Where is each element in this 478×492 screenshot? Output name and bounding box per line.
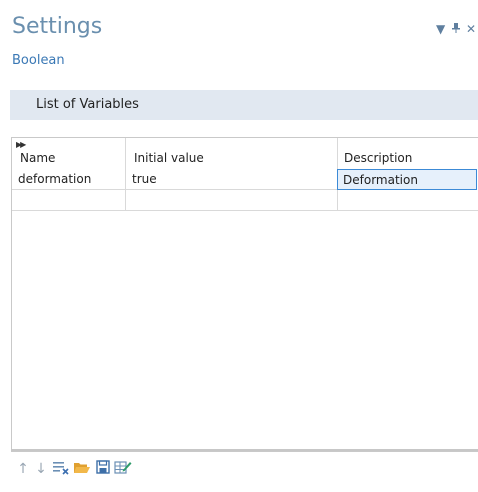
table-bottom-divider	[11, 449, 478, 451]
cell-initial-value[interactable]	[126, 190, 338, 211]
clear-table-icon[interactable]	[52, 459, 70, 479]
cell-description[interactable]	[338, 190, 478, 211]
edit-table-icon[interactable]	[114, 459, 132, 479]
dropdown-arrow-icon[interactable]: ▼	[436, 22, 445, 36]
open-folder-icon[interactable]	[73, 459, 91, 479]
column-header-description[interactable]: Description	[338, 138, 478, 169]
table-row[interactable]	[12, 190, 478, 211]
cell-initial-value[interactable]: true	[126, 169, 338, 190]
column-header-name[interactable]: ▶▶ Name	[12, 138, 126, 169]
section-label: List of Variables	[36, 97, 139, 112]
close-icon[interactable]: ✕	[466, 22, 476, 36]
cell-name[interactable]	[12, 190, 126, 211]
column-header-initial-value[interactable]: Initial value	[126, 138, 338, 169]
window-controls: ▼ ✕	[434, 22, 478, 38]
move-up-icon[interactable]: ↑	[14, 459, 32, 479]
table-row[interactable]: deformation true Deformation	[12, 169, 478, 190]
table-header: ▶▶ Name Initial value Description	[12, 138, 478, 169]
pin-icon[interactable]	[452, 22, 460, 37]
move-down-icon[interactable]: ↓	[32, 459, 50, 479]
cell-name[interactable]: deformation	[12, 169, 126, 190]
section-list-of-variables[interactable]: List of Variables	[10, 90, 478, 120]
cell-description[interactable]: Deformation	[337, 169, 477, 190]
expand-columns-icon[interactable]: ▶▶	[16, 140, 26, 149]
node-type-subtitle: Boolean	[12, 53, 65, 68]
settings-title: Settings	[12, 14, 103, 39]
variables-table: ▶▶ Name Initial value Description deform…	[11, 137, 478, 452]
save-icon[interactable]	[94, 459, 112, 479]
table-toolbar: ↑ ↓	[14, 459, 214, 481]
